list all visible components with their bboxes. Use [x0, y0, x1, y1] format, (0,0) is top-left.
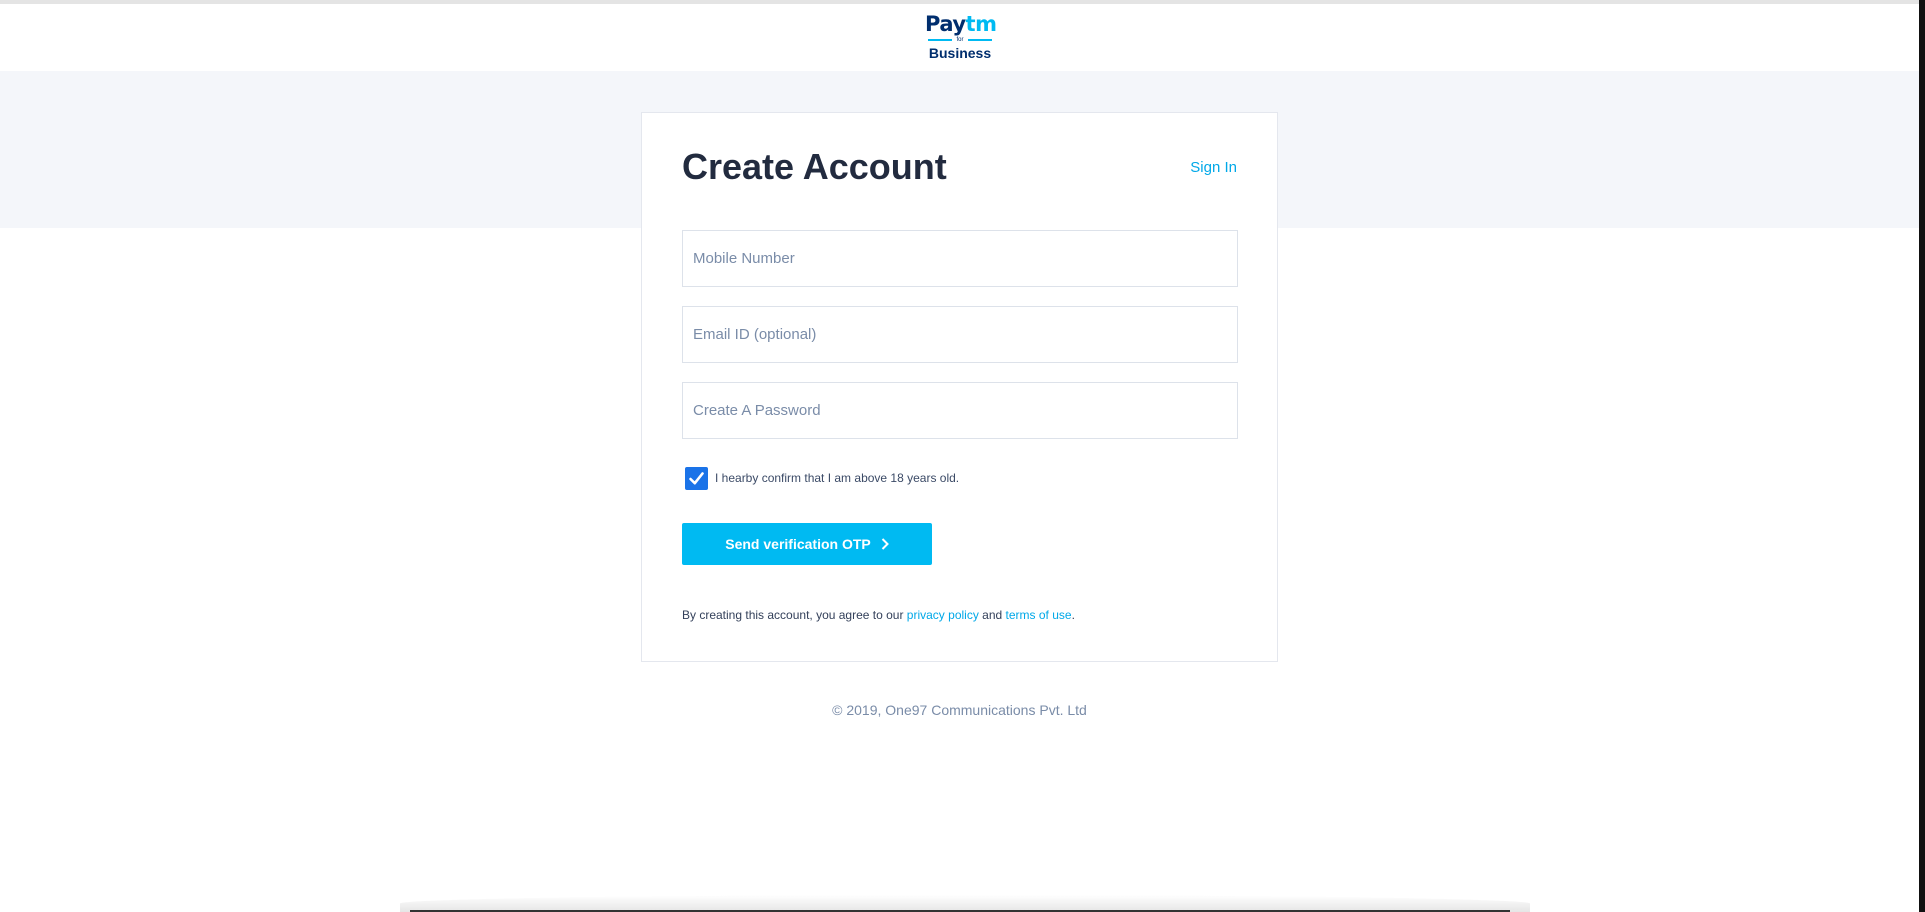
terms-text: By creating this account, you agree to o… [682, 608, 1075, 622]
logo-wordmark: Paytm [925, 12, 997, 36]
chevron-right-icon [881, 538, 889, 550]
paytm-business-logo[interactable]: Paytm for Business [925, 12, 997, 63]
logo-business: Business [928, 45, 992, 61]
password-input[interactable] [682, 382, 1238, 439]
email-input[interactable] [682, 306, 1238, 363]
window-edge [1919, 0, 1925, 912]
send-otp-button[interactable]: Send verification OTP [682, 523, 932, 565]
page: Paytm for Business Create Account Sign I… [0, 0, 1925, 912]
sign-in-link[interactable]: Sign In [1190, 159, 1237, 176]
page-title: Create Account [682, 146, 947, 187]
send-otp-label: Send verification OTP [725, 536, 871, 552]
terms-of-use-link[interactable]: terms of use [1006, 608, 1072, 622]
header: Paytm for Business [0, 4, 1919, 71]
privacy-policy-link[interactable]: privacy policy [907, 608, 979, 622]
age-confirm-row: I hearby confirm that I am above 18 year… [685, 465, 959, 491]
copyright-footer: © 2019, One97 Communications Pvt. Ltd [832, 702, 1087, 718]
create-account-card: Create Account Sign In I hearby confirm … [641, 112, 1278, 662]
check-icon [689, 471, 704, 484]
age-confirm-checkbox[interactable] [685, 466, 708, 490]
age-confirm-label: I hearby confirm that I am above 18 year… [715, 471, 960, 485]
mobile-number-input[interactable] [682, 230, 1238, 287]
logo-for: for [925, 35, 995, 45]
